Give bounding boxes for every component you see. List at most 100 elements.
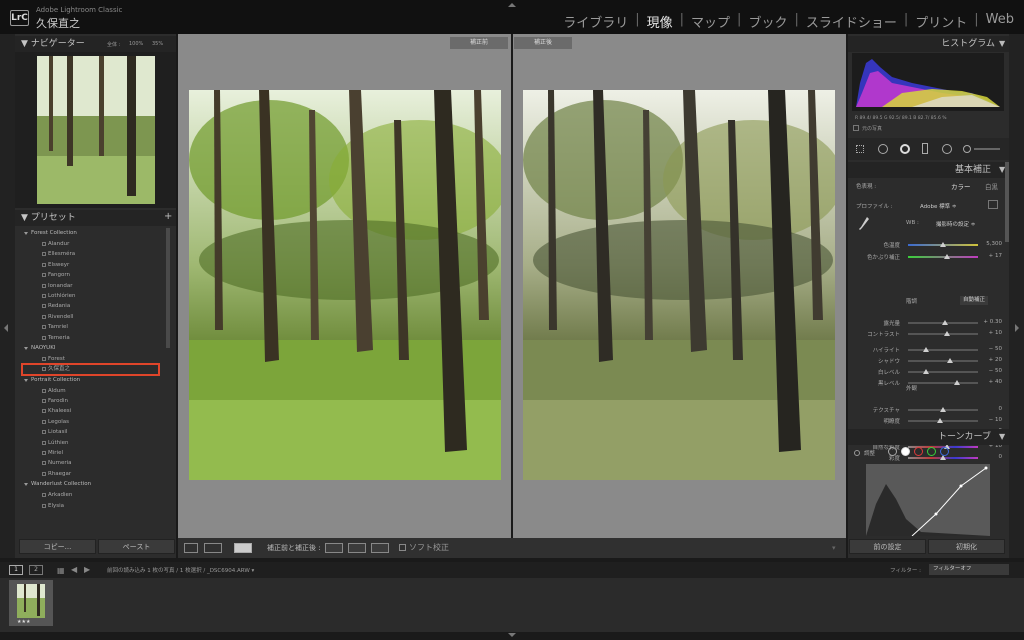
- module-3[interactable]: ブック: [748, 12, 787, 31]
- slider-value[interactable]: − 50: [989, 346, 1002, 352]
- preset-item[interactable]: Numeria: [15, 458, 165, 468]
- collapse-filmstrip-icon[interactable]: [508, 633, 516, 637]
- preset-group[interactable]: Forest Collection: [15, 228, 165, 239]
- filter-select[interactable]: フィルターオフ: [929, 564, 1009, 575]
- preset-group[interactable]: Portrait Collection: [15, 375, 165, 386]
- slider-value[interactable]: + 40: [989, 379, 1002, 385]
- slider-track[interactable]: [908, 407, 978, 412]
- rgb-curve-icon[interactable]: [901, 447, 910, 456]
- slider-track[interactable]: [908, 369, 978, 374]
- slider-value[interactable]: 0: [999, 454, 1003, 460]
- slider-value[interactable]: 5,300: [986, 241, 1002, 247]
- preset-item[interactable]: Farodin: [15, 396, 165, 406]
- compare-view-icon[interactable]: [204, 543, 222, 553]
- slider-value[interactable]: 0: [999, 406, 1003, 412]
- preset-group[interactable]: Wanderlust Collection: [15, 479, 165, 490]
- slider-value[interactable]: + 10: [989, 330, 1002, 336]
- preset-item[interactable]: Ellesméra: [15, 249, 165, 259]
- module-1[interactable]: 現像: [647, 12, 673, 31]
- preset-item[interactable]: Alandur: [15, 239, 165, 249]
- source-indicator[interactable]: 前回の読み込み 1 枚の写真 / 1 枚選択 / _DSC6904.ARW ▾: [107, 566, 254, 574]
- collapse-left-panel-icon[interactable]: [4, 324, 8, 332]
- primary-window-button[interactable]: 1: [9, 565, 23, 575]
- preset-item[interactable]: Tamriel: [15, 322, 165, 332]
- preset-item[interactable]: Elsweyr: [15, 260, 165, 270]
- collapse-right-panel-icon[interactable]: [1015, 324, 1019, 332]
- preset-item[interactable]: 久保直之: [21, 363, 160, 376]
- tone-curve-header[interactable]: トーンカーブ: [848, 429, 1009, 445]
- module-2[interactable]: マップ: [691, 12, 730, 31]
- preset-item[interactable]: Ionandar: [15, 281, 165, 291]
- soft-proof-checkbox[interactable]: [399, 544, 406, 551]
- grid-view-icon[interactable]: ▦: [57, 566, 65, 575]
- slider-knob[interactable]: [940, 407, 946, 412]
- slider-knob[interactable]: [922, 369, 929, 374]
- forward-arrow-icon[interactable]: ▶: [84, 565, 90, 574]
- preset-group[interactable]: NAOYUKI: [15, 343, 165, 354]
- module-0[interactable]: ライブラリ: [563, 12, 628, 31]
- slider-value[interactable]: − 10: [989, 417, 1002, 423]
- slider-value[interactable]: + 20: [989, 357, 1002, 363]
- slider-knob[interactable]: [936, 418, 943, 423]
- preset-item[interactable]: Miriel: [15, 448, 165, 458]
- preset-scrollbar[interactable]: [166, 228, 170, 528]
- zoom-35[interactable]: 35%: [152, 41, 163, 47]
- slider-track[interactable]: [908, 418, 978, 423]
- collapse-triangle-icon[interactable]: ▼: [999, 432, 1005, 441]
- slider-track[interactable]: [908, 331, 978, 336]
- slider-knob[interactable]: [943, 254, 950, 259]
- slider-track[interactable]: [908, 358, 978, 363]
- preset-item[interactable]: Rhaegar: [15, 469, 165, 479]
- left-panel-edge[interactable]: [0, 34, 15, 558]
- preset-item[interactable]: Lúthien: [15, 438, 165, 448]
- previous-settings-button[interactable]: 前の設定: [849, 539, 926, 554]
- slider-track[interactable]: [908, 455, 978, 460]
- collapse-top-panel-icon[interactable]: [508, 3, 516, 7]
- reset-button[interactable]: 初期化: [928, 539, 1005, 554]
- module-4[interactable]: スライドショー: [806, 12, 897, 31]
- before-photo[interactable]: [189, 90, 501, 480]
- module-6[interactable]: Web: [986, 12, 1014, 31]
- swap-before-after-icon[interactable]: [371, 543, 389, 553]
- preset-item[interactable]: Forest: [15, 354, 165, 364]
- preset-item[interactable]: Fangorn: [15, 270, 165, 280]
- navigator-preview[interactable]: [15, 52, 176, 208]
- slider-knob[interactable]: [922, 347, 929, 352]
- secondary-window-button[interactable]: 2: [29, 565, 43, 575]
- copy-button[interactable]: コピー...: [19, 539, 96, 554]
- right-panel-edge[interactable]: [1009, 34, 1024, 558]
- back-arrow-icon[interactable]: ◀: [71, 565, 77, 574]
- slider-knob[interactable]: [954, 380, 960, 385]
- slider-knob[interactable]: [940, 242, 946, 247]
- before-after-side-icon[interactable]: [234, 543, 252, 553]
- parametric-curve-icon[interactable]: [888, 447, 897, 456]
- red-curve-icon[interactable]: [914, 447, 923, 456]
- preset-item[interactable]: Elysia: [15, 501, 165, 511]
- add-preset-button[interactable]: +: [164, 211, 172, 222]
- preset-item[interactable]: Aldum: [15, 386, 165, 396]
- copy-after-to-before-icon[interactable]: [348, 543, 366, 553]
- preset-item[interactable]: Liotasil: [15, 427, 165, 437]
- zoom-100[interactable]: 100%: [129, 41, 143, 47]
- presets-header[interactable]: ▼ プリセット: [15, 210, 176, 226]
- after-photo[interactable]: [523, 90, 835, 480]
- slider-track[interactable]: [908, 347, 978, 352]
- preset-item[interactable]: Lothlórien: [15, 291, 165, 301]
- preset-item[interactable]: Redania: [15, 301, 165, 311]
- slider-knob[interactable]: [947, 358, 953, 363]
- slider-value[interactable]: − 50: [989, 368, 1002, 374]
- preset-item[interactable]: Temeria: [15, 333, 165, 343]
- copy-before-to-after-icon[interactable]: [325, 543, 343, 553]
- zoom-fit[interactable]: 全体 :: [107, 41, 120, 48]
- module-5[interactable]: プリント: [915, 12, 967, 31]
- slider-track[interactable]: [908, 242, 978, 247]
- slider-value[interactable]: + 0.30: [983, 319, 1002, 325]
- preset-item[interactable]: Legolas: [15, 417, 165, 427]
- target-adjust-icon[interactable]: [854, 450, 860, 456]
- filmstrip-cell[interactable]: ★★★: [9, 580, 53, 626]
- loupe-view-icon[interactable]: [184, 543, 198, 553]
- slider-knob[interactable]: [942, 320, 949, 325]
- slider-track[interactable]: [908, 254, 978, 259]
- preset-item[interactable]: Rivendell: [15, 312, 165, 322]
- green-curve-icon[interactable]: [927, 447, 936, 456]
